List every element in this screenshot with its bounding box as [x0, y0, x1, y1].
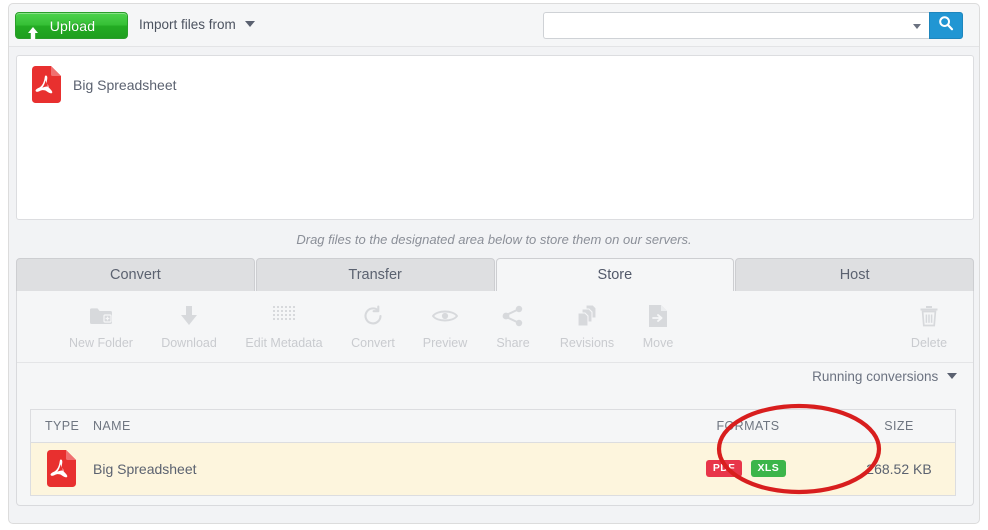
action-share-label: Share	[496, 336, 530, 350]
action-move[interactable]: Move	[612, 301, 704, 350]
search-icon	[938, 15, 954, 36]
action-move-label: Move	[642, 336, 674, 350]
row-size-cell: 268.52 KB	[843, 442, 955, 495]
import-files-from-dropdown[interactable]: Import files from	[139, 17, 255, 32]
action-edit-metadata[interactable]: Edit Metadata	[238, 301, 330, 350]
action-delete-label: Delete	[910, 336, 948, 350]
import-files-from-label: Import files from	[139, 17, 236, 32]
tab-convert-label: Convert	[109, 267, 161, 283]
action-delete[interactable]: Delete	[883, 301, 975, 350]
column-header-formats[interactable]: FORMATS	[653, 410, 843, 443]
action-convert-label: Convert	[351, 336, 395, 350]
tab-host-label: Host	[839, 267, 870, 283]
dropzone-hint-text: Drag files to the designated area below …	[296, 232, 692, 247]
search-field-wrapper	[543, 12, 929, 39]
pdf-file-icon	[30, 66, 61, 103]
search-button[interactable]	[929, 12, 963, 39]
top-toolbar: Upload Import files from	[9, 4, 979, 47]
edit-metadata-icon	[238, 301, 330, 331]
new-folder-icon	[55, 301, 147, 331]
table-row[interactable]: Big Spreadsheet PDF XLS 268.52 KB	[31, 442, 955, 495]
search-bar	[543, 12, 963, 39]
action-new-folder[interactable]: New Folder	[55, 301, 147, 350]
dropzone-file-name: Big Spreadsheet	[73, 76, 177, 93]
format-badge-xls[interactable]: XLS	[750, 460, 787, 478]
action-download-label: Download	[161, 336, 217, 350]
action-new-folder-label: New Folder	[69, 336, 133, 350]
row-type-cell	[31, 442, 93, 495]
file-actions-toolbar: New Folder Download Edit Metadata Conver…	[17, 291, 973, 363]
tab-store-label: Store	[597, 267, 633, 283]
chevron-down-icon	[244, 21, 255, 28]
section-tabs: Convert Transfer Store Host	[16, 258, 974, 292]
tab-transfer-label: Transfer	[348, 267, 402, 283]
column-header-size[interactable]: SIZE	[843, 410, 955, 443]
action-edit-metadata-label: Edit Metadata	[245, 336, 323, 350]
move-icon	[612, 301, 704, 331]
upload-button[interactable]: Upload	[15, 12, 128, 39]
dropzone-file-item[interactable]: Big Spreadsheet	[30, 66, 177, 103]
running-conversions-label: Running conversions	[812, 369, 939, 384]
store-panel: New Folder Download Edit Metadata Conver…	[16, 291, 974, 506]
action-revisions-label: Revisions	[559, 336, 615, 350]
tab-transfer[interactable]: Transfer	[255, 258, 495, 292]
search-dropdown-chevron-down-icon[interactable]	[913, 24, 921, 29]
file-dropzone[interactable]: Big Spreadsheet	[16, 55, 974, 220]
search-input[interactable]	[544, 13, 929, 38]
row-formats-cell: PDF XLS	[653, 442, 843, 495]
running-conversions-dropdown[interactable]: Running conversions	[812, 369, 957, 384]
app-window: Upload Import files from Big Spreadsheet…	[8, 3, 980, 524]
table-header-row: TYPE NAME FORMATS SIZE	[31, 410, 955, 443]
chevron-down-icon	[947, 373, 957, 380]
pdf-file-icon	[45, 450, 93, 488]
tab-convert[interactable]: Convert	[16, 258, 255, 292]
column-header-type[interactable]: TYPE	[31, 410, 93, 443]
trash-icon	[883, 301, 975, 331]
action-download[interactable]: Download	[143, 301, 235, 350]
format-badge-pdf[interactable]: PDF	[705, 460, 743, 478]
action-preview-label: Preview	[422, 336, 468, 350]
download-icon	[143, 301, 235, 331]
tab-store[interactable]: Store	[495, 258, 735, 292]
upload-button-label: Upload	[49, 17, 96, 34]
tab-host[interactable]: Host	[735, 258, 974, 292]
column-header-name[interactable]: NAME	[93, 410, 653, 443]
file-table: TYPE NAME FORMATS SIZE Big Spreadsheet P…	[30, 409, 956, 496]
row-name-cell: Big Spreadsheet	[93, 442, 653, 495]
